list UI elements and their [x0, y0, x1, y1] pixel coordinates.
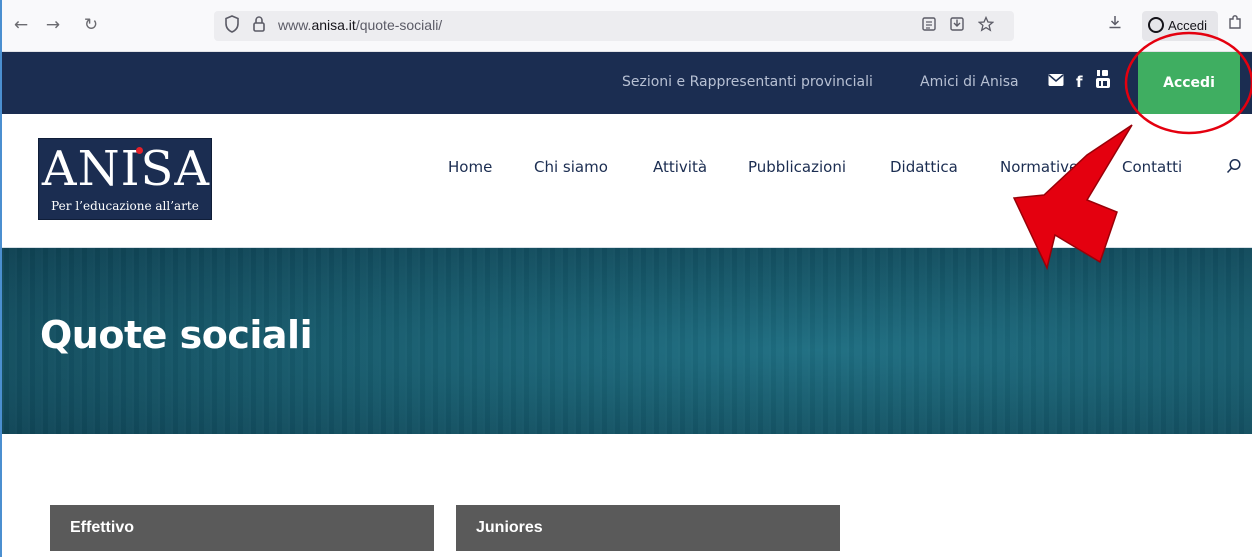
youtube-icon[interactable]	[1096, 68, 1110, 95]
address-bar[interactable]: www.anisa.it/quote-sociali/	[214, 11, 1014, 41]
browser-toolbar: ← → ↻ www.anisa.it/quote-sociali/ Accedi	[2, 0, 1252, 52]
site-top-bar: Sezioni e Rappresentanti provinciali Ami…	[2, 52, 1252, 114]
search-icon[interactable]	[1226, 158, 1244, 176]
url-text: www.anisa.it/quote-sociali/	[278, 17, 443, 33]
card-effettivo: Effettivo	[50, 505, 434, 551]
mail-icon[interactable]	[1048, 72, 1064, 92]
nav-home[interactable]: Home	[448, 158, 492, 176]
top-link-sezioni[interactable]: Sezioni e Rappresentanti provinciali	[622, 74, 873, 90]
site-header: ANISA Per l’educazione all’arte Home Chi…	[2, 114, 1252, 248]
card-juniores: Juniores	[456, 505, 840, 551]
nav-contatti[interactable]: Contatti	[1122, 158, 1182, 176]
logo-word: ANISA	[41, 141, 211, 197]
screenshot-frame: ← → ↻ www.anisa.it/quote-sociali/ Accedi…	[0, 0, 1252, 557]
save-to-pocket-icon[interactable]	[947, 16, 967, 36]
top-link-amici[interactable]: Amici di Anisa	[920, 74, 1019, 90]
back-button[interactable]: ←	[10, 14, 32, 36]
forward-button[interactable]: →	[42, 14, 64, 36]
nav-chi-siamo[interactable]: Chi siamo	[534, 158, 608, 176]
account-icon	[1148, 17, 1164, 33]
accedi-button[interactable]: Accedi	[1138, 52, 1240, 114]
account-button[interactable]: Accedi	[1142, 11, 1218, 41]
hero-banner: Quote sociali	[2, 248, 1252, 434]
anisa-logo[interactable]: ANISA Per l’educazione all’arte	[38, 138, 212, 220]
logo-red-dot	[136, 147, 143, 154]
logo-tagline: Per l’educazione all’arte	[51, 199, 199, 213]
page-title: Quote sociali	[40, 313, 313, 357]
card-title-effettivo: Effettivo	[70, 519, 134, 536]
reader-view-icon[interactable]	[919, 16, 939, 36]
nav-pubblicazioni[interactable]: Pubblicazioni	[748, 158, 846, 176]
reload-button[interactable]: ↻	[80, 14, 102, 36]
nav-normative[interactable]: Normative	[1000, 158, 1078, 176]
nav-didattica[interactable]: Didattica	[890, 158, 958, 176]
extensions-icon[interactable]	[1224, 14, 1246, 36]
lock-icon[interactable]	[251, 15, 269, 35]
account-label: Accedi	[1168, 18, 1208, 33]
nav-attivita[interactable]: Attività	[653, 158, 707, 176]
shield-icon[interactable]	[224, 15, 242, 35]
card-title-juniores: Juniores	[476, 519, 543, 536]
facebook-icon[interactable]: f	[1076, 72, 1083, 92]
bookmark-star-icon[interactable]	[976, 15, 996, 36]
download-icon[interactable]	[1104, 14, 1126, 36]
